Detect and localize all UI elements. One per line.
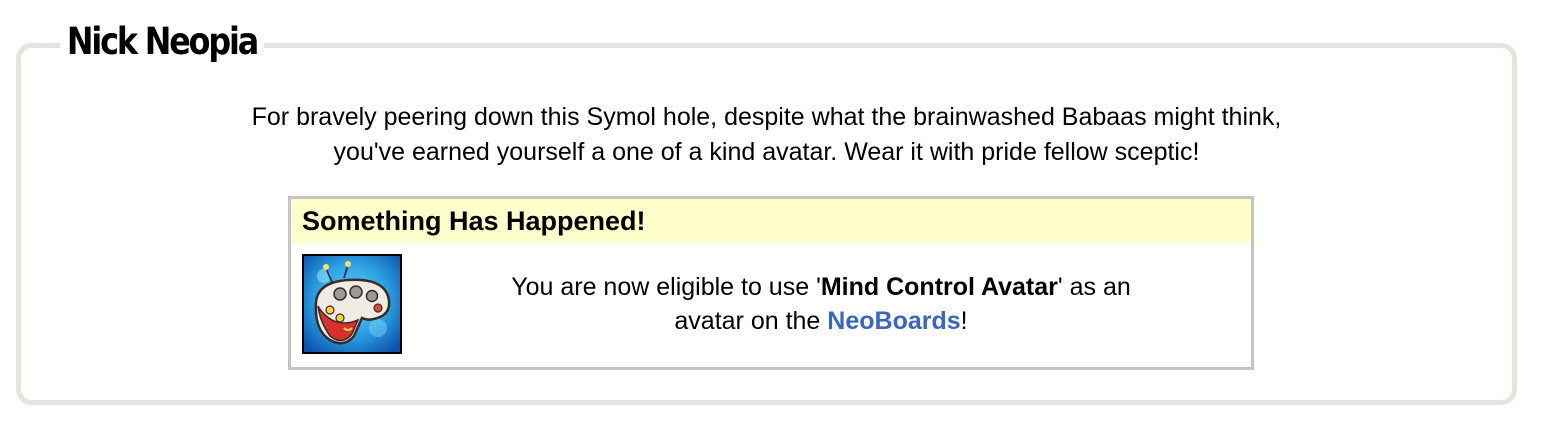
avatar-name: Mind Control Avatar xyxy=(820,273,1058,301)
notice-box: Something Has Happened! You are now elig… xyxy=(288,196,1254,370)
intro-line-2: you've earned yourself a one of a kind a… xyxy=(333,138,1200,166)
intro-text: For bravely peering down this Symol hole… xyxy=(60,100,1473,170)
msg-suffix: ! xyxy=(960,307,968,335)
page-title: Nick Neopia xyxy=(60,14,264,70)
notice-heading: Something Has Happened! xyxy=(291,199,1251,243)
mind-control-avatar-icon xyxy=(302,254,402,354)
msg-prefix: You are now eligible to use ' xyxy=(511,273,821,301)
neoboards-link[interactable]: NeoBoards xyxy=(827,307,960,335)
msg-line2-prefix: avatar on the xyxy=(674,307,828,335)
page: Nick Neopia For bravely peering down thi… xyxy=(0,0,1542,434)
intro-line-1: For bravely peering down this Symol hole… xyxy=(251,103,1282,131)
msg-middle: ' as an xyxy=(1057,273,1131,301)
notice-message: You are now eligible to use 'Mind Contro… xyxy=(411,270,1231,338)
